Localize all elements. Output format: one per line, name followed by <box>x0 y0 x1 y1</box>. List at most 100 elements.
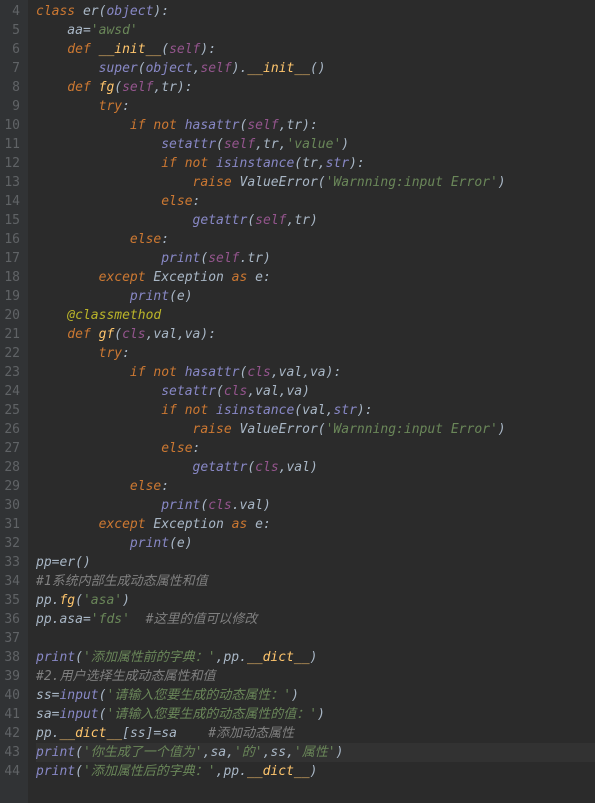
token-pn: : <box>263 517 271 532</box>
code-line[interactable]: super(object,self).__init__() <box>36 59 595 78</box>
line-number: 17 <box>4 249 20 268</box>
token-kw: def <box>36 42 99 57</box>
line-number: 39 <box>4 667 20 686</box>
token-bi: hasattr <box>185 365 240 380</box>
code-line[interactable]: pp=er() <box>36 553 595 572</box>
token-nm: pp. <box>36 593 59 608</box>
code-line[interactable]: getattr(cls,val) <box>36 458 595 477</box>
code-line[interactable]: ss=input('请输入您要生成的动态属性：') <box>36 686 595 705</box>
token-nm: e <box>255 270 263 285</box>
code-line[interactable]: else: <box>36 439 595 458</box>
line-number: 19 <box>4 287 20 306</box>
token-pn: ) <box>185 536 193 551</box>
code-line[interactable]: if not hasattr(self,tr): <box>36 116 595 135</box>
line-number: 37 <box>4 629 20 648</box>
token-nm: aa <box>36 23 83 38</box>
line-number: 40 <box>4 686 20 705</box>
token-nm: tr <box>286 118 302 133</box>
code-line[interactable]: try: <box>36 344 595 363</box>
code-line[interactable]: aa='awsd' <box>36 21 595 40</box>
code-line[interactable]: getattr(self,tr) <box>36 211 595 230</box>
token-kw: else <box>36 441 193 456</box>
code-editor-area[interactable]: class er(object): aa='awsd' def __init__… <box>28 0 595 803</box>
token-bi: getattr <box>193 213 248 228</box>
line-number: 5 <box>4 21 20 40</box>
token-pn: ): <box>177 80 193 95</box>
code-line[interactable]: print(e) <box>36 534 595 553</box>
token-pn: ) <box>498 175 506 190</box>
token-nm: tr <box>294 213 310 228</box>
token-pn: ) <box>185 289 193 304</box>
token-nm: val <box>302 403 325 418</box>
token-pn: ( <box>169 289 177 304</box>
line-number: 30 <box>4 496 20 515</box>
line-number: 35 <box>4 591 20 610</box>
token-self: self <box>224 137 255 152</box>
line-number: 25 <box>4 401 20 420</box>
code-line[interactable]: #2.用户选择生成动态属性和值 <box>36 667 595 686</box>
token-pn: ). <box>232 61 248 76</box>
code-line[interactable]: print(cls.val) <box>36 496 595 515</box>
token-nm: sa <box>161 726 208 741</box>
token-pn: ) <box>498 422 506 437</box>
code-line[interactable]: if not hasattr(cls,val,va): <box>36 363 595 382</box>
token-str: '请输入您要生成的动态属性的值：' <box>106 707 317 722</box>
line-number: 41 <box>4 705 20 724</box>
code-line[interactable]: def fg(self,tr): <box>36 78 595 97</box>
token-bi: print <box>130 536 169 551</box>
token-bi: super <box>99 61 138 76</box>
token-self: self <box>122 80 153 95</box>
line-number: 42 <box>4 724 20 743</box>
token-nm <box>36 536 130 551</box>
code-line[interactable]: print('添加属性前的字典：',pp.__dict__) <box>36 648 595 667</box>
line-number: 24 <box>4 382 20 401</box>
code-line[interactable]: setattr(cls,val,va) <box>36 382 595 401</box>
token-bi: str <box>333 403 356 418</box>
code-line[interactable]: try: <box>36 97 595 116</box>
token-pn: ) <box>263 498 271 513</box>
code-line[interactable]: except Exception as e: <box>36 515 595 534</box>
code-line[interactable]: @classmethod <box>36 306 595 325</box>
code-line[interactable]: if not isinstance(tr,str): <box>36 154 595 173</box>
code-line[interactable]: else: <box>36 477 595 496</box>
token-pn: ( <box>318 422 326 437</box>
token-pn: ): <box>349 156 365 171</box>
token-kw: else <box>36 479 161 494</box>
token-nm: pp.asa <box>36 612 83 627</box>
code-line[interactable]: if not isinstance(val,str): <box>36 401 595 420</box>
code-line[interactable]: class er(object): <box>36 2 595 21</box>
token-pn: ( <box>75 764 83 779</box>
code-line[interactable]: pp.fg('asa') <box>36 591 595 610</box>
code-line[interactable]: print(self.tr) <box>36 249 595 268</box>
code-line[interactable] <box>36 629 595 648</box>
token-pn: [ <box>122 726 130 741</box>
code-line[interactable]: print('添加属性后的字典：',pp.__dict__) <box>36 762 595 781</box>
code-line[interactable]: except Exception as e: <box>36 268 595 287</box>
line-number: 10 <box>4 116 20 135</box>
code-line[interactable]: raise ValueError('Warnning:input Error') <box>36 173 595 192</box>
code-line[interactable]: sa=input('请输入您要生成的动态属性的值：') <box>36 705 595 724</box>
code-line[interactable]: pp.asa='fds' #这里的值可以修改 <box>36 610 595 629</box>
code-line[interactable]: print('你生成了一个值为',sa,'的',ss,'属性') <box>36 743 595 762</box>
token-fn: __dict__ <box>247 764 310 779</box>
token-pn: ) <box>310 460 318 475</box>
code-line[interactable]: #1系统内部生成动态属性和值 <box>36 572 595 591</box>
token-nm <box>36 137 161 152</box>
code-line[interactable]: else: <box>36 192 595 211</box>
code-line[interactable]: setattr(self,tr,'value') <box>36 135 595 154</box>
token-cm: #添加动态属性 <box>208 726 294 741</box>
code-line[interactable]: def gf(cls,val,va): <box>36 325 595 344</box>
token-cls: ValueError <box>240 422 318 437</box>
code-line[interactable]: print(e) <box>36 287 595 306</box>
token-pn: ) <box>310 213 318 228</box>
token-nm <box>36 213 193 228</box>
code-line[interactable]: else: <box>36 230 595 249</box>
code-line[interactable]: raise ValueError('Warnning:input Error') <box>36 420 595 439</box>
token-str: '添加属性前的字典：' <box>83 650 216 665</box>
code-line[interactable]: pp.__dict__[ss]=sa #添加动态属性 <box>36 724 595 743</box>
token-kw: raise <box>36 422 240 437</box>
token-bi: print <box>36 745 75 760</box>
token-cls: er <box>59 555 75 570</box>
line-number: 8 <box>4 78 20 97</box>
code-line[interactable]: def __init__(self): <box>36 40 595 59</box>
